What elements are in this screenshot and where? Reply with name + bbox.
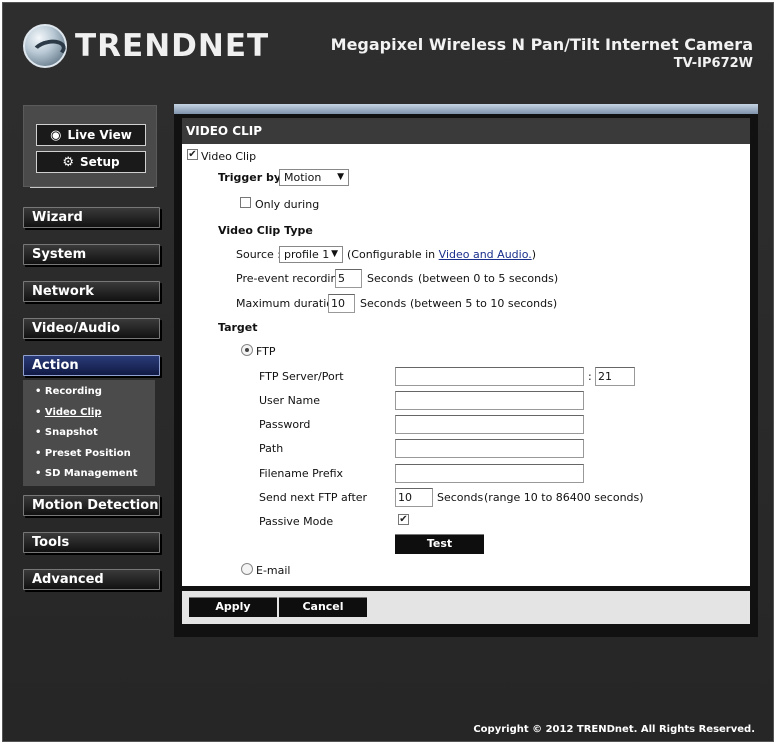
apply-button[interactable]: Apply: [189, 597, 277, 617]
nav-tools[interactable]: Tools: [23, 532, 160, 553]
logo-text: TRENDNET: [75, 28, 270, 64]
user-name-input[interactable]: [395, 391, 584, 410]
user-name-label: User Name: [259, 394, 321, 407]
ftp-label: FTP: [256, 345, 276, 358]
filename-prefix-input[interactable]: [395, 464, 584, 483]
trigger-by-select[interactable]: Motion ▼: [279, 169, 349, 186]
trendnet-logo: TRENDNET: [23, 21, 269, 71]
subnav-snapshot[interactable]: • Snapshot: [35, 423, 155, 444]
product-title: Megapixel Wireless N Pan/Tilt Internet C…: [331, 35, 753, 71]
passive-mode-checkbox[interactable]: ✔: [398, 514, 409, 525]
trigger-by-label: Trigger by: [218, 171, 281, 184]
path-input[interactable]: [395, 439, 584, 458]
globe-logo-icon: [23, 24, 67, 68]
send-next-input[interactable]: [395, 488, 433, 507]
subnav-recording[interactable]: • Recording: [35, 382, 155, 403]
ftp-server-label: FTP Server/Port: [259, 370, 344, 383]
only-during-checkbox[interactable]: [240, 197, 251, 208]
subnav-preset-position[interactable]: • Preset Position: [35, 444, 155, 465]
nav-video-audio[interactable]: Video/Audio: [23, 318, 160, 339]
send-next-range: (range 10 to 86400 seconds): [484, 491, 644, 504]
dropdown-arrow-icon: ▼: [331, 249, 338, 259]
source-value: profile 1: [284, 248, 330, 261]
target-heading: Target: [218, 321, 258, 334]
test-button[interactable]: Test: [395, 534, 484, 554]
live-view-button[interactable]: ◉ Live View: [36, 124, 146, 146]
email-label: E-mail: [256, 564, 291, 577]
email-radio[interactable]: [241, 563, 253, 575]
filename-prefix-label: Filename Prefix: [259, 467, 344, 480]
password-label: Password: [259, 418, 311, 431]
gears-icon: ⚙: [62, 154, 74, 170]
send-next-label: Send next FTP after: [259, 491, 368, 504]
live-view-label: Live View: [67, 128, 132, 142]
video-clip-label: Video Clip: [201, 150, 257, 163]
form-actions: Apply Cancel: [182, 591, 750, 624]
panel-top-bar: [174, 104, 758, 114]
trigger-by-value: Motion: [284, 171, 322, 184]
clip-type-heading: Video Clip Type: [218, 224, 313, 237]
nav-system[interactable]: System: [23, 244, 160, 265]
source-note: (Configurable in Video and Audio.): [347, 248, 537, 261]
max-duration-range: (between 5 to 10 seconds): [410, 297, 558, 310]
cancel-button[interactable]: Cancel: [279, 597, 367, 617]
nav-network[interactable]: Network: [23, 281, 160, 302]
pre-event-input[interactable]: [335, 269, 362, 288]
pre-event-unit: Seconds: [367, 272, 414, 285]
setup-label: Setup: [80, 155, 120, 169]
divider: [30, 187, 154, 188]
send-next-unit: Seconds: [437, 491, 484, 504]
port-separator: :: [588, 370, 592, 383]
eye-icon: ◉: [50, 127, 62, 143]
source-select[interactable]: profile 1 ▼: [279, 246, 343, 263]
subnav-sd-management[interactable]: • SD Management: [35, 464, 155, 485]
page-frame: TRENDNET Megapixel Wireless N Pan/Tilt I…: [2, 2, 774, 742]
max-duration-label: Maximum duration: [236, 297, 340, 310]
password-input[interactable]: [395, 415, 584, 434]
setup-button[interactable]: ⚙ Setup: [36, 151, 146, 173]
sidebar: ◉ Live View ⚙ Setup Wizard System Networ…: [23, 105, 173, 635]
video-clip-form: ✔ Video Clip Trigger by Motion ▼ Only du…: [182, 144, 750, 586]
product-model: TV-IP672W: [673, 56, 753, 71]
panel-title: VIDEO CLIP: [182, 118, 750, 144]
main-panel: VIDEO CLIP ✔ Video Clip Trigger by Motio…: [174, 104, 758, 637]
nav-motion-detection[interactable]: Motion Detection: [23, 495, 160, 516]
path-label: Path: [259, 442, 284, 455]
source-label: Source :: [236, 248, 281, 261]
ftp-server-input[interactable]: [395, 367, 584, 386]
nav-wizard[interactable]: Wizard: [23, 207, 160, 228]
pre-event-label: Pre-event recording: [236, 272, 345, 285]
subnav-video-clip[interactable]: • Video Clip: [35, 403, 155, 424]
pre-event-range: (between 0 to 5 seconds): [418, 272, 559, 285]
passive-mode-label: Passive Mode: [259, 515, 334, 528]
copyright: Copyright © 2012 TRENDnet. All Rights Re…: [473, 724, 755, 735]
nav-action[interactable]: Action: [23, 355, 160, 376]
nav-advanced[interactable]: Advanced: [23, 569, 160, 590]
video-clip-checkbox[interactable]: ✔: [187, 149, 198, 160]
only-during-label: Only during: [255, 198, 320, 211]
product-name: Megapixel Wireless N Pan/Tilt Internet C…: [330, 35, 753, 54]
ftp-port-input[interactable]: [595, 367, 635, 386]
video-audio-link[interactable]: Video and Audio.: [439, 248, 532, 261]
ftp-radio[interactable]: [241, 344, 253, 356]
max-duration-input[interactable]: [328, 294, 355, 313]
max-duration-unit: Seconds: [360, 297, 407, 310]
mode-selector: ◉ Live View ⚙ Setup: [23, 105, 157, 188]
dropdown-arrow-icon: ▼: [337, 172, 344, 182]
action-submenu: • Recording • Video Clip • Snapshot • Pr…: [23, 380, 155, 486]
